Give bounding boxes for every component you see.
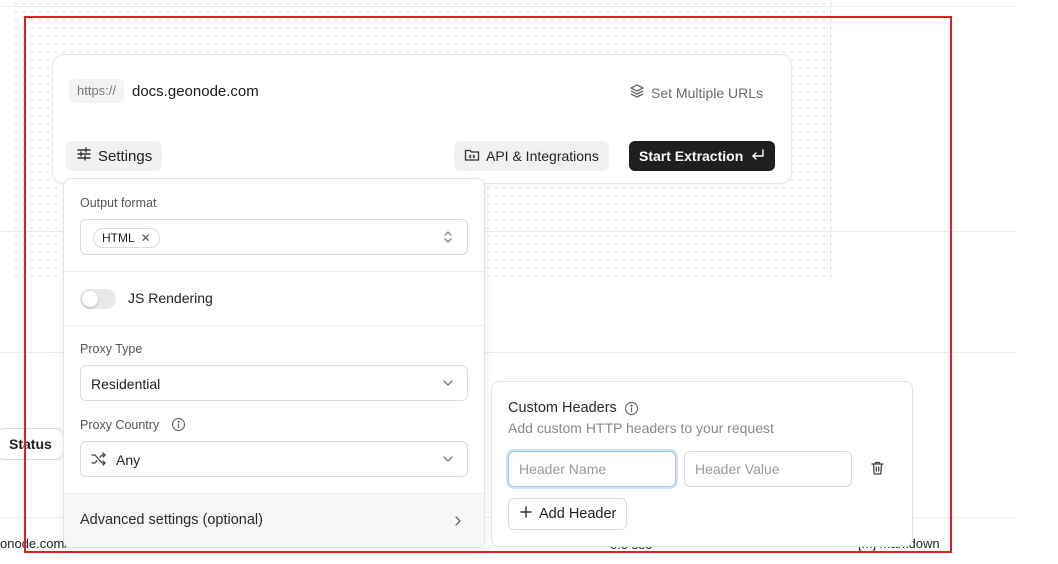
- trash-icon[interactable]: [870, 460, 885, 481]
- code-folder-icon: [464, 147, 480, 166]
- sliders-icon: [76, 146, 92, 166]
- output-format-label: Output format: [80, 196, 157, 210]
- divider: [64, 271, 484, 272]
- plus-icon: [519, 505, 533, 523]
- divider: [64, 325, 484, 326]
- chevron-updown-icon: [441, 229, 455, 250]
- info-icon[interactable]: [624, 401, 639, 421]
- proxy-country-label: Proxy Country: [80, 418, 160, 432]
- status-column-button[interactable]: Status: [0, 428, 64, 460]
- custom-headers-panel: Custom Headers Add custom HTTP headers t…: [491, 381, 913, 547]
- api-integrations-label: API & Integrations: [486, 148, 599, 164]
- settings-button[interactable]: Settings: [66, 141, 163, 171]
- advanced-settings-label: Advanced settings (optional): [80, 512, 263, 528]
- proxy-type-select[interactable]: Residential: [80, 365, 468, 401]
- settings-panel: Output format HTML ✕ JS Rendering Proxy …: [63, 178, 485, 548]
- js-rendering-label: JS Rendering: [128, 290, 213, 306]
- set-multiple-urls-button[interactable]: Set Multiple URLs: [629, 83, 763, 102]
- chevron-down-icon: [441, 452, 455, 471]
- layers-icon: [629, 83, 645, 102]
- format-chip-label: HTML: [102, 231, 135, 245]
- custom-headers-subtitle: Add custom HTTP headers to your request: [508, 420, 774, 436]
- toggle-knob: [82, 291, 98, 307]
- add-header-button[interactable]: Add Header: [508, 498, 628, 530]
- chevron-right-icon: [452, 514, 464, 532]
- set-multiple-urls-label: Set Multiple URLs: [651, 84, 764, 101]
- url-scheme-prefix: https://: [69, 79, 125, 103]
- remove-chip-icon[interactable]: ✕: [141, 231, 151, 245]
- js-rendering-toggle[interactable]: [80, 289, 116, 309]
- format-chip-html: HTML ✕: [93, 228, 160, 248]
- chevron-down-icon: [441, 376, 455, 395]
- enter-key-icon: [751, 148, 765, 165]
- start-extraction-label: Start Extraction: [639, 148, 744, 164]
- custom-headers-title: Custom Headers: [508, 400, 617, 416]
- proxy-type-label: Proxy Type: [80, 342, 143, 356]
- add-header-label: Add Header: [539, 506, 617, 522]
- header-value-input[interactable]: Header Value: [684, 451, 852, 487]
- advanced-settings-row[interactable]: Advanced settings (optional): [64, 494, 484, 547]
- start-extraction-button[interactable]: Start Extraction: [629, 141, 776, 171]
- output-format-select[interactable]: HTML ✕: [80, 219, 468, 255]
- info-icon[interactable]: [171, 417, 186, 437]
- proxy-country-select[interactable]: Any: [80, 441, 468, 477]
- header-name-input[interactable]: Header Name: [508, 451, 676, 487]
- url-input[interactable]: docs.geonode.com: [132, 83, 259, 100]
- api-integrations-button[interactable]: API & Integrations: [454, 141, 609, 171]
- proxy-type-value: Residential: [91, 376, 161, 392]
- proxy-country-value: Any: [116, 452, 141, 468]
- divider: [0, 6, 1016, 7]
- url-input-card: https:// docs.geonode.com Set Multiple U…: [52, 54, 792, 184]
- settings-label: Settings: [98, 147, 153, 165]
- divider: [830, 0, 831, 278]
- shuffle-icon: [91, 452, 107, 471]
